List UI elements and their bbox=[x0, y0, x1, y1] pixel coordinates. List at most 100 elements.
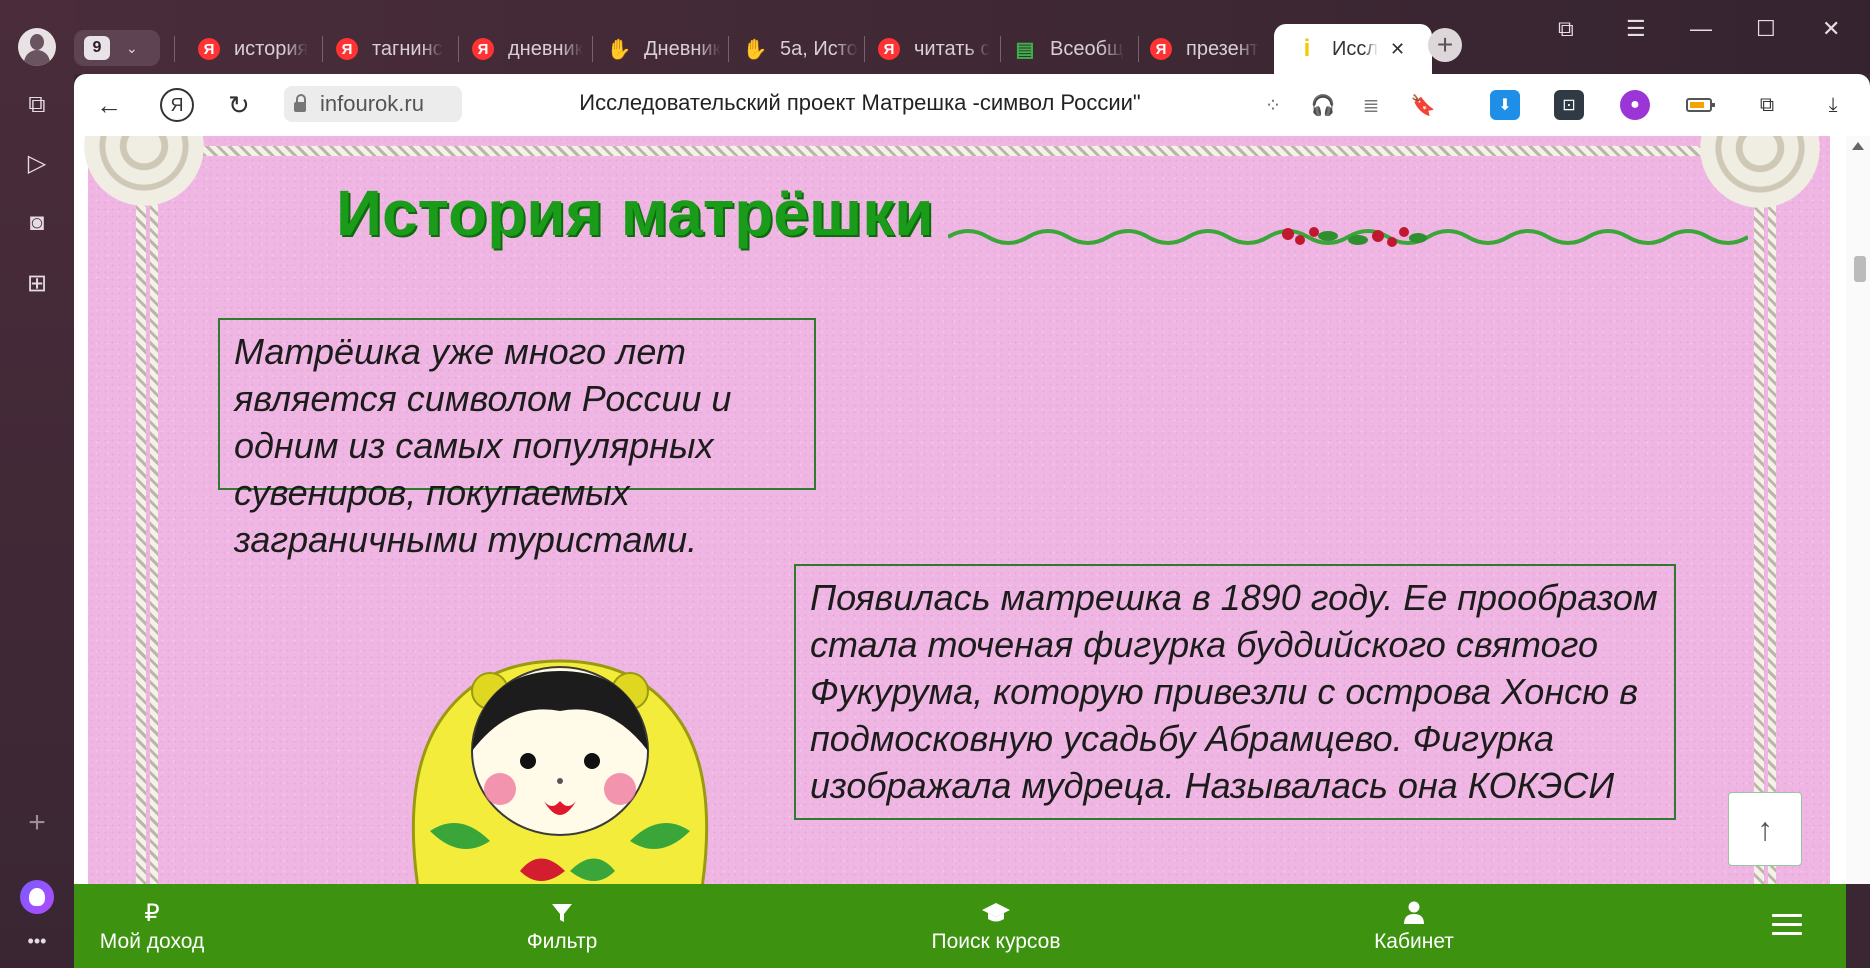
rope-knot-left bbox=[84, 136, 204, 206]
tab-tagnins[interactable]: Я тагнинс bbox=[336, 24, 456, 74]
back-arrow-icon[interactable]: ← bbox=[96, 90, 122, 121]
scroll-thumb[interactable] bbox=[1854, 256, 1866, 282]
nav-cabinet[interactable]: Кабинет bbox=[1344, 884, 1484, 968]
rope-border-right bbox=[1754, 166, 1764, 884]
tab-divider bbox=[1138, 36, 1139, 62]
alice-assistant-icon[interactable] bbox=[20, 880, 54, 914]
tab-label: Иссл bbox=[1332, 37, 1379, 60]
rope-border-left-inner bbox=[150, 166, 158, 884]
tab-label: дневник bbox=[508, 37, 584, 60]
page-title: Исследовательский проект Матрешка -симво… bbox=[579, 90, 1141, 115]
screenshot-camera-icon[interactable]: ◙ bbox=[22, 208, 52, 238]
graduation-cap-icon bbox=[981, 898, 1011, 928]
nav-label: Кабинет bbox=[1374, 930, 1454, 953]
yandex-icon: Я bbox=[198, 38, 220, 60]
yandex-icon: Я bbox=[878, 38, 900, 60]
scroll-to-top-button[interactable]: ↑ bbox=[1728, 792, 1802, 866]
rope-border-right-inner bbox=[1768, 166, 1776, 884]
bookmarks-panel-icon[interactable]: ⧉ bbox=[1558, 16, 1574, 42]
bookmark-icon[interactable]: 🔖 bbox=[1410, 92, 1436, 118]
tab-5a-history[interactable]: ✋ 5а, Исто bbox=[744, 24, 862, 74]
tab-label: читать с bbox=[914, 37, 991, 60]
tab-label: презент bbox=[1186, 37, 1259, 60]
profile-avatar[interactable] bbox=[18, 28, 56, 66]
lock-icon bbox=[294, 94, 306, 112]
tab-divider bbox=[322, 36, 323, 62]
book-icon: ▤ bbox=[1015, 38, 1035, 61]
new-tab-button[interactable]: + bbox=[1428, 28, 1462, 62]
nav-my-income[interactable]: ₽ Мой доход bbox=[74, 884, 230, 968]
services-grid-icon[interactable]: ⊞ bbox=[22, 268, 52, 298]
tab-divider bbox=[174, 36, 175, 62]
nav-label: Фильтр bbox=[526, 930, 598, 953]
collections-icon[interactable]: ⧉ bbox=[22, 90, 52, 120]
tab-divider bbox=[592, 36, 593, 62]
yandex-icon: Я bbox=[336, 38, 358, 60]
tab-counter-button[interactable]: 9 ⌄ bbox=[74, 30, 160, 66]
tab-label: тагнинс bbox=[372, 37, 443, 60]
tab-diary[interactable]: Я дневник bbox=[472, 24, 590, 74]
tab-divider bbox=[1000, 36, 1001, 62]
slide-title: История матрёшки bbox=[336, 177, 934, 249]
rope-knot-right bbox=[1700, 136, 1820, 208]
nav-label: Поиск курсов bbox=[931, 930, 1061, 953]
tab-research-active[interactable]: i Иссл ✕ bbox=[1274, 24, 1432, 74]
intro-text-box: Матрёшка уже много лет является символом… bbox=[218, 318, 816, 560]
tab-label: Дневник bbox=[644, 37, 722, 60]
arrow-up-icon: ↑ bbox=[1757, 810, 1773, 847]
tab-read[interactable]: Я читать с bbox=[878, 24, 994, 74]
profile-extension-icon[interactable]: ● bbox=[1620, 90, 1650, 120]
ruble-icon: ₽ bbox=[144, 899, 160, 927]
close-window-icon[interactable]: ✕ bbox=[1822, 16, 1840, 42]
reload-icon[interactable]: ↻ bbox=[228, 90, 250, 121]
nav-label: Мой доход bbox=[99, 930, 205, 953]
more-icon[interactable]: ••• bbox=[22, 926, 52, 956]
tab-label: история bbox=[234, 37, 309, 60]
download-extension-icon[interactable]: ⬇ bbox=[1490, 90, 1520, 120]
tab-presentation[interactable]: Я презент bbox=[1150, 24, 1272, 74]
presentation-slide: История матрёшки Матрёшка уже много лет … bbox=[84, 136, 1830, 884]
menu-icon[interactable]: ☰ bbox=[1626, 16, 1646, 42]
chevron-down-icon: ⌄ bbox=[126, 39, 138, 56]
tab-diary-ru[interactable]: ✋ Дневник bbox=[608, 24, 728, 74]
sidebar-panel-icon[interactable]: ⧉ bbox=[1754, 92, 1780, 118]
screenshot-extension-icon[interactable]: ⊡ bbox=[1554, 90, 1584, 120]
minimize-icon[interactable]: — bbox=[1690, 16, 1712, 42]
apps-icon[interactable]: ⁘ bbox=[1260, 92, 1286, 118]
reader-mode-icon[interactable]: ≣ bbox=[1358, 92, 1384, 118]
close-tab-icon[interactable]: ✕ bbox=[1390, 39, 1405, 60]
video-play-icon[interactable]: ▷ bbox=[22, 148, 52, 178]
page-scrollbar[interactable] bbox=[1846, 136, 1870, 884]
yandex-home-icon[interactable]: Я bbox=[160, 88, 194, 122]
page-viewport: История матрёшки Матрёшка уже много лет … bbox=[74, 136, 1846, 884]
nav-course-search[interactable]: Поиск курсов bbox=[914, 884, 1078, 968]
browser-side-panel: ⧉ ▷ ◙ ⊞ + ••• bbox=[0, 0, 74, 968]
add-panel-icon[interactable]: + bbox=[22, 806, 52, 839]
downloads-icon[interactable]: ⤓ bbox=[1820, 92, 1846, 118]
url-field[interactable]: infourok.ru bbox=[284, 86, 462, 122]
tab-history[interactable]: Я история bbox=[198, 24, 318, 74]
tab-divider bbox=[728, 36, 729, 62]
rope-border-left bbox=[136, 166, 146, 884]
nav-filter[interactable]: Фильтр bbox=[494, 884, 630, 968]
hand-icon: ✋ bbox=[608, 38, 632, 61]
tab-divider bbox=[458, 36, 459, 62]
tab-label: Всеобщ bbox=[1050, 37, 1124, 60]
vine-ornament bbox=[948, 227, 1748, 247]
tab-divider bbox=[864, 36, 865, 62]
hand-icon: ✋ bbox=[744, 38, 768, 61]
url-host: infourok.ru bbox=[320, 91, 424, 116]
battery-icon[interactable] bbox=[1686, 92, 1716, 118]
hamburger-menu-icon[interactable] bbox=[1772, 914, 1802, 936]
filter-icon bbox=[551, 898, 573, 928]
bottom-navigation: ₽ Мой доход Фильтр Поиск курсов Кабинет bbox=[74, 884, 1846, 968]
headphones-icon[interactable]: 🎧 bbox=[1310, 92, 1336, 118]
tab-count: 9 bbox=[84, 36, 110, 60]
tab-general-history[interactable]: ▤ Всеобщ bbox=[1014, 24, 1136, 74]
maximize-icon[interactable]: ☐ bbox=[1756, 16, 1776, 42]
scroll-up-arrow[interactable] bbox=[1852, 142, 1864, 150]
yandex-icon: Я bbox=[472, 38, 494, 60]
rope-border-top bbox=[128, 146, 1788, 156]
history-text-box: Появилась матрешка в 1890 году. Ее прооб… bbox=[794, 564, 1676, 820]
matryoshka-doll-image bbox=[411, 659, 709, 884]
